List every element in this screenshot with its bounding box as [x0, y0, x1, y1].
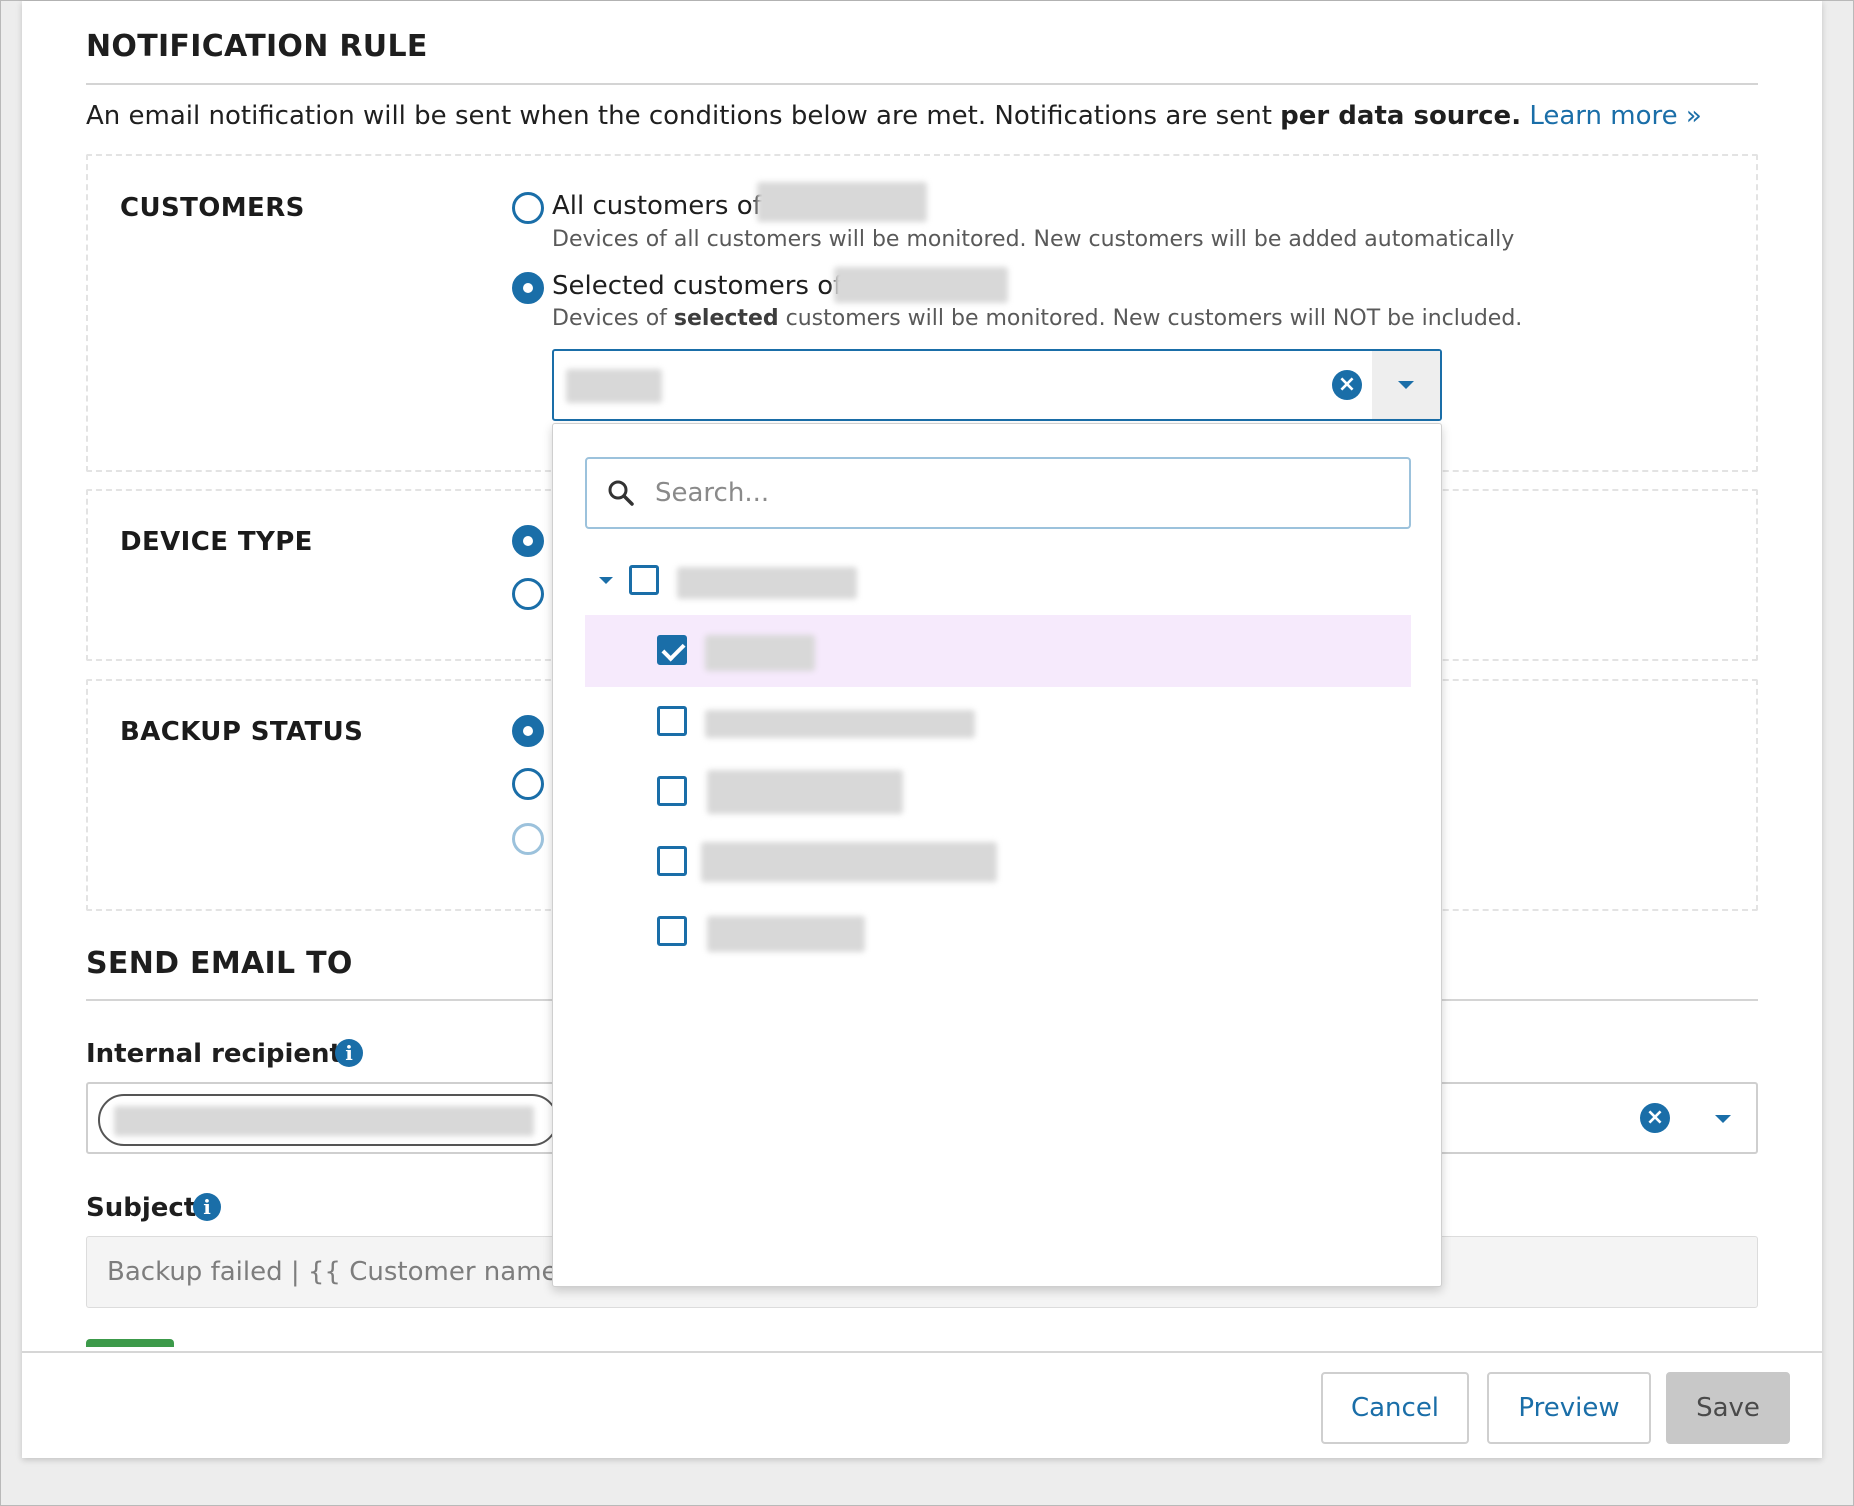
backup-status-radio-1[interactable] [512, 715, 544, 747]
checkbox-icon[interactable] [629, 565, 659, 595]
all-customers-help: Devices of all customers will be monitor… [552, 227, 1515, 252]
window-frame: NOTIFICATION RULE An email notification … [0, 0, 1854, 1506]
save-button[interactable]: Save [1666, 1372, 1790, 1444]
subject-value: Backup failed | {{ Customer name }} [107, 1257, 599, 1287]
customers-label: CUSTOMERS [120, 193, 305, 223]
selected-help-post: customers will be monitored. New custome… [778, 306, 1523, 331]
backup-status-label: BACKUP STATUS [120, 717, 364, 747]
checkbox-icon[interactable] [657, 916, 687, 946]
cancel-button[interactable]: Cancel [1321, 1372, 1469, 1444]
device-type-radio-2[interactable] [512, 578, 544, 610]
tree-child-row[interactable] [585, 686, 1411, 758]
redacted-customer-group [677, 567, 857, 599]
redacted-customer-name [705, 635, 815, 671]
clear-icon[interactable]: × [1332, 370, 1362, 400]
selected-customers-radio[interactable] [512, 272, 544, 304]
clear-icon[interactable]: × [1640, 1103, 1670, 1133]
search-input[interactable] [653, 473, 1373, 513]
checkbox-icon[interactable] [657, 635, 687, 665]
search-icon [608, 480, 634, 506]
dropdown-toggle[interactable] [1372, 351, 1440, 419]
page-title: NOTIFICATION RULE [86, 29, 428, 64]
dialog-footer: Cancel Preview Save [22, 1351, 1822, 1458]
customers-dropdown-menu [552, 423, 1442, 1287]
info-icon[interactable]: i [335, 1039, 363, 1067]
tree-parent-row[interactable] [585, 545, 1411, 617]
internal-recipients-label: Internal recipients [86, 1039, 358, 1069]
tree-expand-icon[interactable] [599, 577, 613, 584]
intro-text-bold: per data source. [1280, 101, 1522, 131]
redacted-customer-name [701, 842, 997, 882]
tree-child-row[interactable] [585, 896, 1411, 968]
customers-multiselect[interactable]: × [552, 349, 1442, 421]
selected-customers-help: Devices of selected customers will be mo… [552, 306, 1522, 331]
selected-customers-label: Selected customers of: [552, 271, 851, 301]
send-email-title: SEND EMAIL TO [86, 946, 353, 981]
backup-status-radio-2[interactable] [512, 768, 544, 800]
chevron-down-icon [1398, 381, 1414, 389]
subject-label: Subject [86, 1193, 197, 1223]
selected-help-bold: selected [673, 306, 779, 331]
redacted-org-name [834, 267, 1008, 303]
preview-button[interactable]: Preview [1487, 1372, 1651, 1444]
all-customers-radio[interactable] [512, 192, 544, 224]
all-customers-label: All customers of: [552, 191, 770, 221]
dropdown-search[interactable] [585, 457, 1411, 529]
recipient-chip[interactable] [98, 1094, 558, 1146]
notification-rule-dialog: NOTIFICATION RULE An email notification … [22, 1, 1822, 1458]
backup-status-radio-3[interactable] [512, 823, 544, 855]
title-divider [86, 83, 1758, 85]
redacted-customer-name [707, 770, 903, 814]
redacted-customer-name [707, 916, 865, 952]
chevron-down-icon[interactable] [1715, 1115, 1731, 1123]
tree-child-row[interactable] [585, 756, 1411, 828]
selected-help-pre: Devices of [552, 306, 674, 331]
tree-child-row[interactable] [585, 615, 1411, 687]
toggle-edge [86, 1339, 174, 1347]
redacted-org-name [757, 182, 927, 222]
checkbox-icon[interactable] [657, 776, 687, 806]
redacted-email [114, 1106, 534, 1136]
selected-customer-chip [566, 369, 662, 403]
device-type-label: DEVICE TYPE [120, 527, 313, 557]
learn-more-link[interactable]: Learn more » [1529, 101, 1701, 131]
checkbox-icon[interactable] [657, 706, 687, 736]
redacted-customer-name [705, 710, 975, 738]
intro-text-main: An email notification will be sent when … [86, 101, 1281, 131]
tree-child-row[interactable] [585, 826, 1411, 898]
checkbox-icon[interactable] [657, 846, 687, 876]
intro-text: An email notification will be sent when … [86, 101, 1702, 131]
device-type-radio-1[interactable] [512, 525, 544, 557]
info-icon[interactable]: i [193, 1193, 221, 1221]
